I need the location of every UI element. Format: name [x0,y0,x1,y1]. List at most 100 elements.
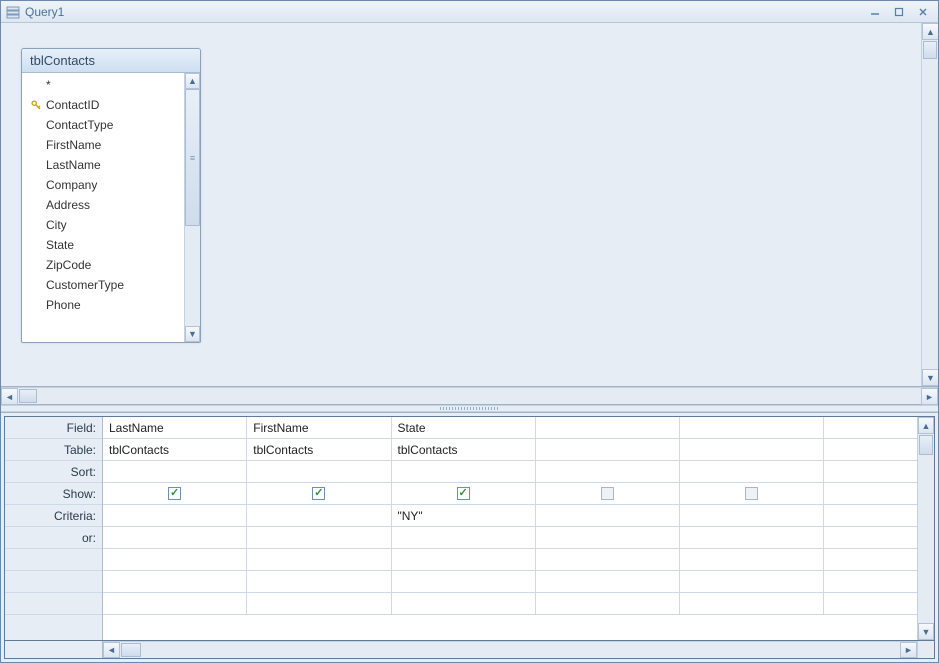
qbe-cell[interactable] [103,549,247,570]
scroll-thumb[interactable] [19,389,37,403]
diagram-horizontal-scrollbar[interactable]: ◄ ► [1,387,938,404]
scroll-thumb[interactable] [185,89,200,226]
qbe-cell-or[interactable] [536,527,680,548]
qbe-cell-sort[interactable] [392,461,536,482]
qbe-horizontal-scrollbar[interactable]: ◄ ► [4,641,935,659]
qbe-cell[interactable] [536,593,680,614]
show-checkbox[interactable] [168,487,181,500]
table-fieldlist-header[interactable]: tblContacts [22,49,200,73]
qbe-cell[interactable] [824,549,917,570]
scroll-up-icon[interactable]: ▲ [185,73,200,89]
qbe-cell[interactable] [247,571,391,592]
scroll-up-icon[interactable]: ▲ [918,417,934,434]
qbe-cell-show[interactable] [824,483,917,504]
qbe-cell-or[interactable] [392,527,536,548]
qbe-cell[interactable] [824,571,917,592]
qbe-cell[interactable] [247,549,391,570]
diagram-vertical-scrollbar[interactable]: ▲ ▼ [921,23,938,386]
qbe-cell-field[interactable]: State [392,417,536,438]
qbe-cell[interactable] [536,549,680,570]
qbe-cell-or[interactable] [103,527,247,548]
qbe-cell-field[interactable] [824,417,917,438]
field-row[interactable]: * [26,75,184,95]
qbe-cell[interactable] [392,571,536,592]
qbe-cell-sort[interactable] [680,461,824,482]
qbe-cell-show[interactable] [536,483,680,504]
qbe-cell[interactable] [680,571,824,592]
field-row[interactable]: ZipCode [26,255,184,275]
show-checkbox[interactable] [745,487,758,500]
qbe-cell-criteria[interactable] [247,505,391,526]
qbe-vertical-scrollbar[interactable]: ▲ ▼ [917,417,934,640]
table-fieldlist[interactable]: tblContacts *ContactIDContactTypeFirstNa… [21,48,201,343]
scroll-thumb[interactable] [923,41,937,59]
field-row[interactable]: Company [26,175,184,195]
field-row[interactable]: FirstName [26,135,184,155]
qbe-row-label: or: [5,527,102,549]
qbe-cell-or[interactable] [247,527,391,548]
qbe-cell-field[interactable] [536,417,680,438]
qbe-cell[interactable] [536,571,680,592]
scroll-left-icon[interactable]: ◄ [103,642,120,658]
qbe-cell-or[interactable] [680,527,824,548]
qbe-cell-show[interactable] [680,483,824,504]
qbe-cell-field[interactable] [680,417,824,438]
qbe-cell-criteria[interactable] [103,505,247,526]
qbe-cell[interactable] [103,593,247,614]
field-row[interactable]: State [26,235,184,255]
scroll-right-icon[interactable]: ► [900,642,917,658]
show-checkbox[interactable] [457,487,470,500]
qbe-cell-sort[interactable] [247,461,391,482]
field-row[interactable]: ContactID [26,95,184,115]
qbe-cell[interactable] [103,571,247,592]
field-row[interactable]: CustomerType [26,275,184,295]
qbe-cell-table[interactable]: tblContacts [392,439,536,460]
fieldlist-scrollbar[interactable]: ▲ ▼ [184,73,200,342]
show-checkbox[interactable] [601,487,614,500]
qbe-cell-or[interactable] [824,527,917,548]
qbe-cell-table[interactable] [536,439,680,460]
field-row[interactable]: City [26,215,184,235]
qbe-cell-sort[interactable] [536,461,680,482]
scroll-down-icon[interactable]: ▼ [922,369,938,386]
qbe-cell-show[interactable] [103,483,247,504]
qbe-cell-field[interactable]: LastName [103,417,247,438]
qbe-cell-sort[interactable] [103,461,247,482]
field-row[interactable]: Address [26,195,184,215]
close-button[interactable] [912,5,934,19]
scroll-down-icon[interactable]: ▼ [185,326,200,342]
show-checkbox[interactable] [312,487,325,500]
qbe-cell[interactable] [824,593,917,614]
diagram-pane[interactable]: tblContacts *ContactIDContactTypeFirstNa… [1,23,938,405]
qbe-cell[interactable] [680,549,824,570]
qbe-cell-table[interactable] [824,439,917,460]
scroll-thumb[interactable] [919,435,933,455]
qbe-cell-field[interactable]: FirstName [247,417,391,438]
qbe-cell-criteria[interactable] [536,505,680,526]
field-row[interactable]: LastName [26,155,184,175]
scroll-left-icon[interactable]: ◄ [1,388,18,405]
qbe-cell-show[interactable] [247,483,391,504]
qbe-cell-table[interactable]: tblContacts [103,439,247,460]
scroll-down-icon[interactable]: ▼ [918,623,934,640]
scroll-up-icon[interactable]: ▲ [922,23,938,40]
field-row[interactable]: ContactType [26,115,184,135]
qbe-grid[interactable]: LastNameFirstNameStatetblContactstblCont… [103,417,917,640]
restore-button[interactable] [888,5,910,19]
field-row[interactable]: Phone [26,295,184,315]
qbe-cell[interactable] [247,593,391,614]
qbe-cell-criteria[interactable]: "NY" [392,505,536,526]
qbe-cell-criteria[interactable] [824,505,917,526]
qbe-cell[interactable] [392,549,536,570]
qbe-cell-sort[interactable] [824,461,917,482]
qbe-cell-criteria[interactable] [680,505,824,526]
qbe-cell[interactable] [392,593,536,614]
qbe-cell-table[interactable]: tblContacts [247,439,391,460]
scroll-right-icon[interactable]: ► [921,388,938,405]
qbe-cell[interactable] [680,593,824,614]
pane-splitter[interactable] [1,405,938,412]
scroll-thumb[interactable] [121,643,141,657]
minimize-button[interactable] [864,5,886,19]
qbe-cell-table[interactable] [680,439,824,460]
qbe-cell-show[interactable] [392,483,536,504]
